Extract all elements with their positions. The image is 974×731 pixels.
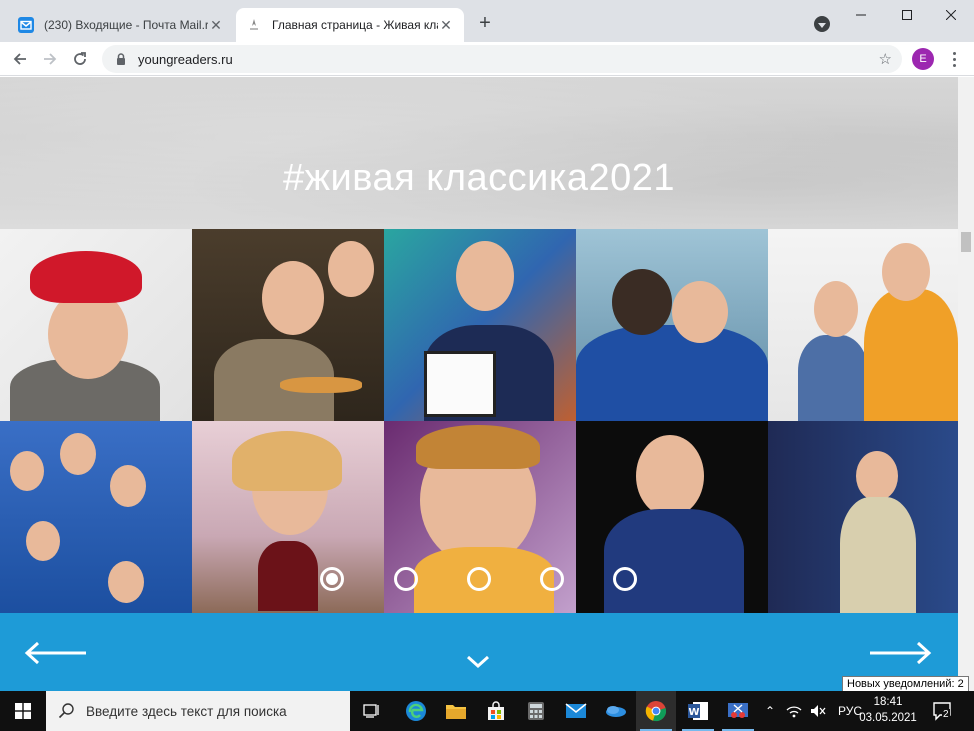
minimize-button[interactable]	[838, 0, 884, 30]
taskbar-edge[interactable]	[396, 691, 436, 731]
reload-button[interactable]	[68, 47, 92, 71]
photo-tile[interactable]	[576, 229, 768, 421]
back-button[interactable]	[8, 47, 32, 71]
tab-youngreaders[interactable]: Главная страница - Живая класс ✕	[236, 8, 464, 42]
taskbar-chrome[interactable]	[636, 691, 676, 731]
chrome-icon	[645, 701, 666, 722]
task-view-icon	[363, 704, 379, 718]
url-text: youngreaders.ru	[138, 51, 233, 67]
navigation-bar	[0, 613, 958, 691]
photo-tile[interactable]	[0, 229, 192, 421]
folder-icon	[446, 705, 466, 719]
store-bag-icon	[488, 701, 504, 720]
search-icon	[58, 703, 74, 719]
windows-taskbar: Введите здесь текст для поиска W ⌃ РУС 1…	[0, 691, 974, 731]
web-page: #живая классика2021	[0, 77, 958, 691]
tab-mail[interactable]: (230) Входящие - Почта Mail.ru ✕	[8, 8, 234, 42]
taskbar-calculator[interactable]	[516, 691, 556, 731]
close-icon[interactable]: ✕	[208, 17, 224, 34]
profile-avatar[interactable]: E	[912, 48, 934, 70]
prev-arrow-icon[interactable]	[24, 641, 88, 665]
photo-grid	[0, 229, 958, 613]
svg-text:W: W	[688, 707, 699, 718]
taskbar-clock[interactable]: 18:41 03.05.2021	[858, 694, 918, 726]
photo-tile[interactable]	[192, 229, 384, 421]
close-icon[interactable]: ✕	[438, 17, 454, 34]
bookmark-star-icon[interactable]: ☆	[879, 50, 892, 68]
notification-tooltip: Новых уведомлений: 2	[842, 676, 969, 692]
hero-banner	[0, 77, 958, 229]
maximize-button[interactable]	[884, 0, 930, 30]
notification-count: 2	[942, 709, 950, 720]
slider-dot[interactable]	[540, 567, 564, 591]
new-tab-button[interactable]: +	[474, 12, 496, 34]
page-scrollbar[interactable]	[958, 77, 974, 691]
browser-toolbar: youngreaders.ru ☆ E	[0, 42, 974, 76]
scrollbar-thumb[interactable]	[961, 232, 971, 252]
wifi-icon[interactable]	[786, 704, 802, 718]
browser-tabbar: (230) Входящие - Почта Mail.ru ✕ Главная…	[0, 0, 974, 42]
forward-button[interactable]	[38, 47, 62, 71]
site-favicon-icon	[246, 17, 262, 33]
slider-dot[interactable]	[467, 567, 491, 591]
photo-tile[interactable]	[384, 229, 576, 421]
cloud-icon	[606, 706, 626, 717]
taskbar-mail[interactable]	[556, 691, 596, 731]
tab-title: (230) Входящие - Почта Mail.ru	[44, 18, 208, 32]
slider-dot[interactable]	[394, 567, 418, 591]
slider-pagination	[0, 567, 958, 591]
next-arrow-icon[interactable]	[868, 641, 932, 665]
taskbar-explorer[interactable]	[436, 691, 476, 731]
start-button[interactable]	[0, 691, 46, 731]
close-icon	[946, 10, 956, 20]
arrow-left-icon	[13, 53, 26, 65]
action-center-button[interactable]: 2	[928, 697, 956, 725]
taskbar-app[interactable]	[596, 691, 636, 731]
photo-tile[interactable]	[768, 229, 958, 421]
mail-icon	[18, 17, 34, 33]
close-window-button[interactable]	[928, 0, 974, 30]
address-bar[interactable]: youngreaders.ru ☆	[102, 45, 902, 73]
volume-muted-icon[interactable]	[810, 704, 826, 718]
tab-search-icon[interactable]	[814, 16, 830, 32]
clock-time: 18:41	[873, 696, 903, 708]
taskbar-word[interactable]: W	[678, 691, 718, 731]
taskbar-search-input[interactable]: Введите здесь текст для поиска	[46, 691, 350, 731]
word-icon: W	[688, 702, 708, 720]
arrow-right-icon	[44, 53, 57, 65]
maximize-icon	[902, 10, 912, 20]
taskbar-store[interactable]	[476, 691, 516, 731]
calculator-icon	[528, 702, 544, 720]
chevron-up-icon[interactable]: ⌃	[760, 704, 780, 718]
slider-dot[interactable]	[613, 567, 637, 591]
system-tray: ⌃ РУС	[760, 691, 862, 731]
windows-logo-icon	[15, 703, 31, 719]
tab-title: Главная страница - Живая класс	[272, 18, 438, 32]
hero-title: #живая классика2021	[282, 157, 676, 199]
minimize-icon	[856, 14, 866, 16]
envelope-icon	[565, 703, 587, 718]
scissors-icon	[728, 703, 748, 718]
lock-icon	[117, 53, 125, 65]
clock-date: 03.05.2021	[859, 712, 917, 724]
menu-kebab-icon[interactable]	[946, 48, 962, 70]
chevron-down-icon[interactable]	[466, 655, 490, 669]
search-placeholder: Введите здесь текст для поиска	[86, 703, 287, 719]
edge-icon	[406, 701, 426, 721]
slider-dot[interactable]	[320, 567, 344, 591]
task-view-button[interactable]	[352, 691, 392, 731]
reload-icon	[74, 52, 86, 65]
taskbar-snipping[interactable]	[718, 691, 758, 731]
